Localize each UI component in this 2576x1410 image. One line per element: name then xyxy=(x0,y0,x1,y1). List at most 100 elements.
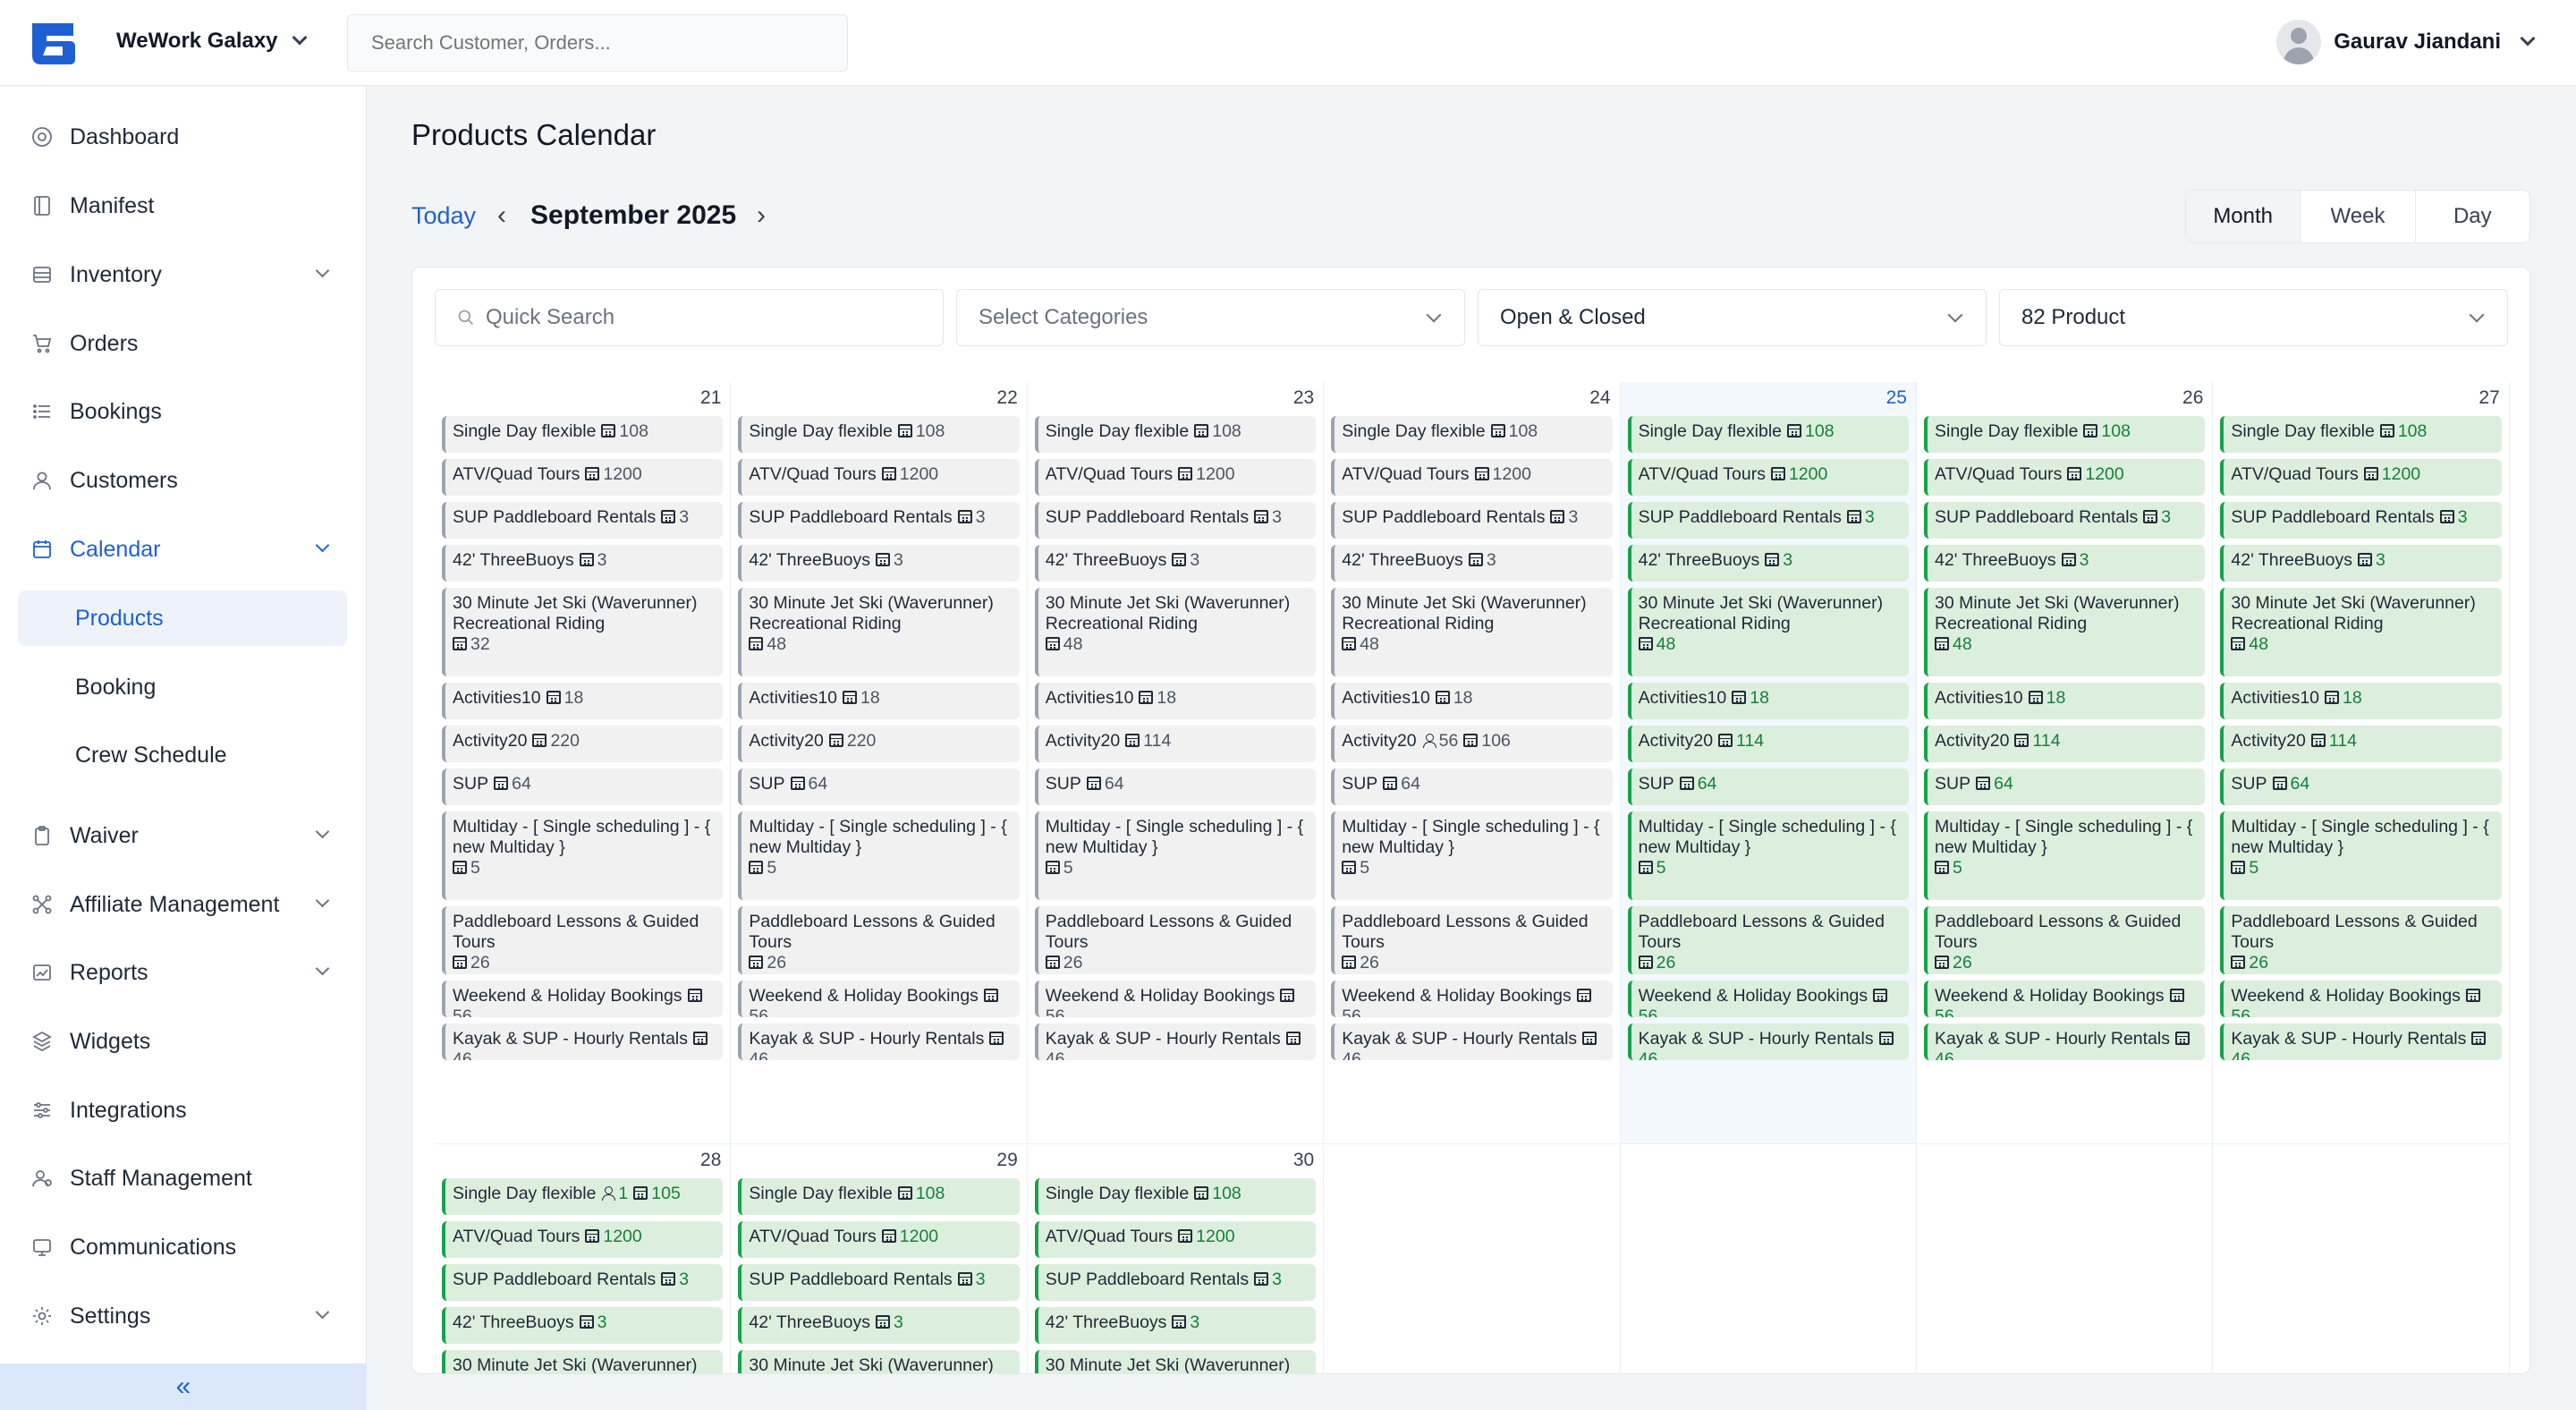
product-event[interactable]: Activities10 18 xyxy=(738,683,1020,719)
product-event[interactable]: Activity20 114 xyxy=(1627,726,1909,762)
product-event[interactable]: SUP 64 xyxy=(1924,769,2206,805)
product-event[interactable]: 30 Minute Jet Ski (Waverunner) Recreatio… xyxy=(1627,588,1909,676)
product-event[interactable]: ATV/Quad Tours 1200 xyxy=(442,459,724,496)
product-event[interactable]: Weekend & Holiday Bookings56 xyxy=(1034,981,1317,1017)
sidebar-item-bookings[interactable]: Bookings xyxy=(18,385,347,438)
product-event[interactable]: 42' ThreeBuoys 3 xyxy=(738,545,1020,582)
product-event[interactable]: Kayak & SUP - Hourly Rentals46 xyxy=(1331,1024,1613,1060)
view-day-button[interactable]: Day xyxy=(2414,191,2529,242)
org-switcher[interactable]: WeWork Galaxy xyxy=(116,29,308,54)
product-event[interactable]: ATV/Quad Tours 1200 xyxy=(1924,459,2206,496)
product-event[interactable]: ATV/Quad Tours 1200 xyxy=(1331,459,1613,496)
sidebar-subitem-booking[interactable]: Booking xyxy=(18,659,347,715)
app-logo[interactable] xyxy=(29,20,79,66)
product-event[interactable]: Activities10 18 xyxy=(1331,683,1613,719)
product-event[interactable]: Activity20 56 106 xyxy=(1331,726,1613,762)
product-event[interactable]: Activities10 18 xyxy=(2220,683,2502,719)
view-week-button[interactable]: Week xyxy=(2300,191,2414,242)
categories-select[interactable]: Select Categories xyxy=(956,289,1465,346)
day-cell[interactable]: 29 Single Day flexible 108 ATV/Quad Tours 12… xyxy=(731,1144,1028,1373)
sidebar-item-manifest[interactable]: Manifest xyxy=(18,179,347,233)
product-event[interactable]: ATV/Quad Tours 1200 xyxy=(1627,459,1909,496)
product-event[interactable]: Kayak & SUP - Hourly Rentals46 xyxy=(1924,1024,2206,1060)
product-event[interactable]: SUP 64 xyxy=(1627,769,1909,805)
product-event[interactable]: Weekend & Holiday Bookings56 xyxy=(1331,981,1613,1017)
product-event[interactable]: ATV/Quad Tours 1200 xyxy=(2220,459,2502,496)
next-month-button[interactable]: › xyxy=(757,202,766,229)
day-cell[interactable]: 24 Single Day flexible 108 ATV/Quad Tours 12… xyxy=(1324,382,1621,1144)
day-cell[interactable]: 23 Single Day flexible 108 ATV/Quad Tours 12… xyxy=(1027,382,1325,1144)
product-event[interactable]: Paddleboard Lessons & Guided Tours 26 xyxy=(1331,906,1613,974)
sidebar-item-communications[interactable]: Communications xyxy=(18,1220,347,1274)
sidebar-item-settings[interactable]: Settings xyxy=(18,1289,347,1343)
product-event[interactable]: Single Day flexible 108 xyxy=(442,416,724,453)
product-event[interactable]: Activities10 18 xyxy=(1034,683,1317,719)
day-cell[interactable]: 27 Single Day flexible 108 ATV/Quad Tours 12… xyxy=(2213,382,2510,1144)
global-search-input[interactable] xyxy=(347,14,848,72)
today-button[interactable]: Today xyxy=(411,202,476,230)
product-event[interactable]: Kayak & SUP - Hourly Rentals46 xyxy=(738,1024,1020,1060)
product-event[interactable]: Weekend & Holiday Bookings56 xyxy=(738,981,1020,1017)
product-event[interactable]: Single Day flexible 108 xyxy=(1034,416,1317,453)
product-event[interactable]: 30 Minute Jet Ski (Waverunner) Recreatio… xyxy=(1924,588,2206,676)
product-event[interactable]: SUP Paddleboard Rentals 3 xyxy=(1034,502,1317,539)
product-event[interactable]: SUP 64 xyxy=(738,769,1020,805)
product-event[interactable]: 42' ThreeBuoys 3 xyxy=(1034,1307,1317,1344)
product-event[interactable]: Activity20 220 xyxy=(442,726,724,762)
sidebar-item-waiver[interactable]: Waiver xyxy=(18,809,347,862)
product-event[interactable]: 42' ThreeBuoys 3 xyxy=(1034,545,1317,582)
product-event[interactable]: Activity20 114 xyxy=(1924,726,2206,762)
product-event[interactable]: Kayak & SUP - Hourly Rentals46 xyxy=(442,1024,724,1060)
product-event[interactable]: Weekend & Holiday Bookings56 xyxy=(442,981,724,1017)
product-event[interactable]: Paddleboard Lessons & Guided Tours 26 xyxy=(2220,906,2502,974)
product-event[interactable]: 30 Minute Jet Ski (Waverunner) Recreatio… xyxy=(1034,588,1317,676)
product-event[interactable]: SUP Paddleboard Rentals 3 xyxy=(1034,1264,1317,1301)
product-event[interactable]: SUP 64 xyxy=(442,769,724,805)
product-event[interactable]: SUP Paddleboard Rentals 3 xyxy=(1627,502,1909,539)
product-event[interactable]: Weekend & Holiday Bookings56 xyxy=(1627,981,1909,1017)
product-event[interactable]: Single Day flexible 108 xyxy=(1034,1178,1317,1215)
product-event[interactable]: Activities10 18 xyxy=(442,683,724,719)
day-cell[interactable] xyxy=(1324,1144,1621,1373)
product-event[interactable]: Single Day flexible 108 xyxy=(1331,416,1613,453)
product-event[interactable]: Paddleboard Lessons & Guided Tours 26 xyxy=(1034,906,1317,974)
product-event[interactable]: 30 Minute Jet Ski (Waverunner) Recreatio… xyxy=(738,588,1020,676)
product-event[interactable]: ATV/Quad Tours 1200 xyxy=(442,1221,724,1258)
collapse-sidebar-button[interactable]: « xyxy=(0,1363,367,1410)
product-event[interactable]: SUP 64 xyxy=(2220,769,2502,805)
product-event[interactable]: 42' ThreeBuoys 3 xyxy=(738,1307,1020,1344)
product-event[interactable]: Multiday - [ Single scheduling ] - { new… xyxy=(1331,811,1613,900)
product-event[interactable]: Kayak & SUP - Hourly Rentals46 xyxy=(1627,1024,1909,1060)
sidebar-item-orders[interactable]: Orders xyxy=(18,317,347,370)
day-cell[interactable]: 30 Single Day flexible 108 ATV/Quad Tours 12… xyxy=(1028,1144,1325,1373)
product-event[interactable]: SUP Paddleboard Rentals 3 xyxy=(1924,502,2206,539)
product-event[interactable]: Paddleboard Lessons & Guided Tours 26 xyxy=(1627,906,1909,974)
product-event[interactable]: ATV/Quad Tours 1200 xyxy=(1034,459,1317,496)
product-event[interactable]: SUP Paddleboard Rentals 3 xyxy=(2220,502,2502,539)
product-event[interactable]: 30 Minute Jet Ski (Waverunner) Recreatio… xyxy=(2220,588,2502,676)
product-event[interactable]: Activity20 114 xyxy=(1034,726,1317,762)
product-event[interactable]: 30 Minute Jet Ski (Waverunner) Recreatio… xyxy=(442,588,724,676)
product-event[interactable]: Single Day flexible 108 xyxy=(738,1178,1020,1215)
day-cell[interactable]: 25 Single Day flexible 108 ATV/Quad Tours 12… xyxy=(1620,382,1917,1144)
day-cell[interactable] xyxy=(1621,1144,1917,1373)
sidebar-subitem-crew-schedule[interactable]: Crew Schedule xyxy=(18,727,347,783)
day-cell[interactable] xyxy=(1917,1144,2214,1373)
product-event[interactable]: Single Day flexible 108 xyxy=(1924,416,2206,453)
product-event[interactable]: Activities10 18 xyxy=(1627,683,1909,719)
day-cell[interactable]: 28 Single Day flexible 1 105 ATV/Quad Tours 1… xyxy=(435,1144,732,1373)
product-event[interactable]: Multiday - [ Single scheduling ] - { new… xyxy=(738,811,1020,900)
product-event[interactable]: 42' ThreeBuoys 3 xyxy=(2220,545,2502,582)
sidebar-item-integrations[interactable]: Integrations xyxy=(18,1083,347,1137)
sidebar-item-affiliate-management[interactable]: Affiliate Management xyxy=(18,878,347,931)
product-event[interactable]: 42' ThreeBuoys 3 xyxy=(442,545,724,582)
sidebar-item-dashboard[interactable]: Dashboard xyxy=(18,110,347,164)
product-event[interactable]: Weekend & Holiday Bookings56 xyxy=(1924,981,2206,1017)
sidebar-item-staff-management[interactable]: Staff Management xyxy=(18,1151,347,1205)
day-cell[interactable]: 21 Single Day flexible 108 ATV/Quad Tours 12… xyxy=(435,382,732,1144)
product-event[interactable]: Weekend & Holiday Bookings56 xyxy=(2220,981,2502,1017)
status-select[interactable]: Open & Closed xyxy=(1478,289,1987,346)
product-event[interactable]: Activity20 114 xyxy=(2220,726,2502,762)
product-event[interactable]: 42' ThreeBuoys 3 xyxy=(1627,545,1909,582)
product-event[interactable]: 30 Minute Jet Ski (Waverunner) xyxy=(738,1350,1020,1373)
